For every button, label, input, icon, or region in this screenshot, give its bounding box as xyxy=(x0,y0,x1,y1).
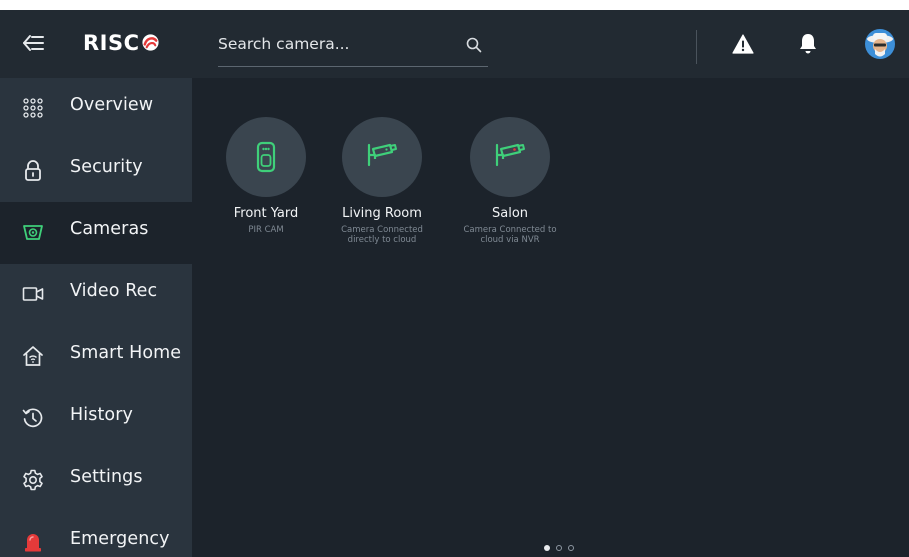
padlock-icon xyxy=(25,160,41,181)
divider xyxy=(696,30,697,64)
search-input[interactable] xyxy=(218,35,448,53)
sidebar-item-label: Video Rec xyxy=(70,281,158,301)
camera-icon xyxy=(23,225,43,240)
sidebar-item-security[interactable]: Security xyxy=(0,140,192,202)
sidebar-item-label: Security xyxy=(70,157,143,177)
smart-home-icon xyxy=(23,346,43,366)
device-name: Front Yard xyxy=(233,206,299,221)
brand-name: RISC xyxy=(83,31,140,55)
sidebar-item-emergency[interactable]: Emergency xyxy=(0,512,192,557)
user-avatar-icon xyxy=(865,29,895,59)
avatar[interactable] xyxy=(865,29,895,59)
collapse-menu-icon[interactable] xyxy=(22,34,44,52)
sidebar-item-label: Emergency xyxy=(70,529,170,549)
device-description: Camera Connected to cloud via NVR xyxy=(463,225,557,245)
sidebar-item-label: Overview xyxy=(70,95,154,115)
pir-camera-icon xyxy=(256,141,276,173)
sidebar-item-label: Cameras xyxy=(70,219,149,239)
video-rec-icon xyxy=(22,287,44,301)
logo-row: RISC xyxy=(0,10,192,78)
search-icon[interactable] xyxy=(466,37,482,53)
device-description: PIR CAM xyxy=(248,225,284,235)
bell-icon[interactable] xyxy=(798,32,818,54)
history-icon xyxy=(22,408,43,428)
device-icon-circle xyxy=(226,117,306,197)
device-name: Salon xyxy=(491,206,529,221)
sidebar-item-overview[interactable]: Overview xyxy=(0,78,192,140)
device-icon-circle xyxy=(342,117,422,197)
search-box xyxy=(218,25,488,67)
logo-mark-icon xyxy=(141,34,159,51)
sidebar: RISC Overview Security Cameras Video Rec… xyxy=(0,10,192,557)
sidebar-item-video-rec[interactable]: Video Rec xyxy=(0,264,192,326)
sidebar-item-cameras[interactable]: Cameras xyxy=(0,202,192,264)
page-dot-active[interactable] xyxy=(544,545,550,551)
cctv-camera-icon xyxy=(495,143,525,167)
page-dot[interactable] xyxy=(568,545,574,551)
device-icon-circle xyxy=(470,117,550,197)
sidebar-item-label: History xyxy=(70,405,133,425)
siren-icon xyxy=(25,534,41,552)
top-bar xyxy=(192,10,909,78)
app-window: RISC Overview Security Cameras Video Rec… xyxy=(0,10,909,557)
gear-icon xyxy=(23,469,43,491)
device-name: Living Room xyxy=(342,206,422,221)
sidebar-item-settings[interactable]: Settings xyxy=(0,450,192,512)
sidebar-item-history[interactable]: History xyxy=(0,388,192,450)
risco-logo: RISC xyxy=(83,31,160,57)
alert-triangle-icon[interactable] xyxy=(732,34,754,54)
sidebar-item-label: Smart Home xyxy=(70,343,182,363)
device-description: Camera Connected directly to cloud xyxy=(341,225,423,245)
page-dot[interactable] xyxy=(556,545,562,551)
sidebar-item-label: Settings xyxy=(70,467,143,487)
cctv-camera-icon xyxy=(367,143,397,167)
sidebar-item-smart-home[interactable]: Smart Home xyxy=(0,326,192,388)
grid-dots-icon xyxy=(23,98,43,118)
